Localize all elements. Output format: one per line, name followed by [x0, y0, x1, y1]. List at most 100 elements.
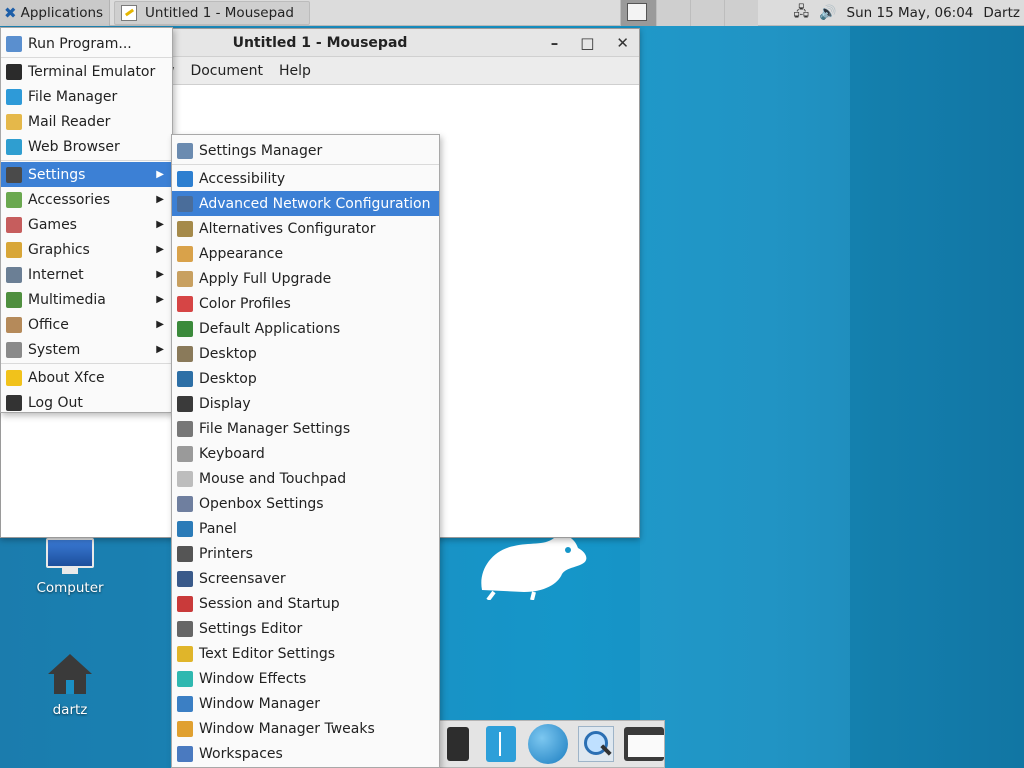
menu-item-appearance[interactable]: Appearance: [172, 241, 439, 266]
workspace-2[interactable]: [656, 0, 690, 26]
menu-item-window-manager-tweaks[interactable]: Window Manager Tweaks: [172, 716, 439, 741]
menu-item-label: Accessibility: [199, 170, 286, 187]
menu-document[interactable]: Document: [190, 63, 263, 79]
menu-item-label: Window Manager: [199, 695, 321, 712]
menu-item-settings[interactable]: Settings ▶: [1, 162, 172, 187]
desktop-icon-home[interactable]: dartz: [25, 652, 115, 718]
desktop-icon-computer[interactable]: Computer: [25, 538, 115, 596]
desktop-icon-label: Computer: [36, 580, 104, 596]
menu-item-color-profiles[interactable]: Color Profiles: [172, 291, 439, 316]
applications-menu-button[interactable]: ✖ Applications: [0, 0, 111, 26]
menu-item-window-manager[interactable]: Window Manager: [172, 691, 439, 716]
menu-item-settings-editor[interactable]: Settings Editor: [172, 616, 439, 641]
workspace-1[interactable]: [620, 0, 656, 26]
workspaces-icon: [177, 745, 193, 762]
menu-item-default-applications[interactable]: Default Applications: [172, 316, 439, 341]
openbox-icon: [177, 495, 193, 512]
dock-web-browser[interactable]: [528, 724, 568, 764]
desktop-icon: [177, 345, 193, 362]
menu-item-workspaces[interactable]: Workspaces: [172, 741, 439, 766]
dock-file-manager[interactable]: [485, 724, 519, 764]
menu-item-label: Multimedia: [28, 291, 106, 308]
menu-item-session-and-startup[interactable]: Session and Startup: [172, 591, 439, 616]
menu-item-text-editor-settings[interactable]: Text Editor Settings: [172, 641, 439, 666]
maximize-icon[interactable]: □: [580, 34, 594, 52]
screensaver-icon: [177, 570, 193, 587]
settings-icon: [6, 166, 22, 183]
desktop-bg-icon: [177, 370, 193, 387]
menu-item-label: File Manager: [28, 88, 118, 105]
menu-item-label: Mail Reader: [28, 113, 111, 130]
menu-item-desktop[interactable]: Desktop: [172, 341, 439, 366]
system-icon: [6, 341, 22, 358]
menu-item-label: Panel: [199, 520, 237, 537]
menu-item-window-effects[interactable]: Window Effects: [172, 666, 439, 691]
submenu-arrow-icon: ▶: [156, 244, 164, 255]
session-icon: [177, 595, 193, 612]
taskbar-item-mousepad[interactable]: Untitled 1 - Mousepad: [114, 0, 311, 25]
menu-item-office[interactable]: Office ▶: [1, 312, 172, 337]
workspace-4[interactable]: [724, 0, 758, 26]
logout-icon: [6, 394, 22, 411]
menu-item-desktop[interactable]: Desktop: [172, 366, 439, 391]
menu-separator: [1, 160, 172, 161]
menu-item-multimedia[interactable]: Multimedia ▶: [1, 287, 172, 312]
menu-item-web-browser[interactable]: Web Browser: [1, 134, 172, 159]
menu-item-graphics[interactable]: Graphics ▶: [1, 237, 172, 262]
menu-item-advanced-network-configuration[interactable]: Advanced Network Configuration: [172, 191, 439, 216]
dock-folder[interactable]: [624, 724, 664, 764]
menu-item-label: Terminal Emulator: [28, 63, 156, 80]
taskbar-item-label: Untitled 1 - Mousepad: [145, 4, 294, 21]
menu-item-file-manager[interactable]: File Manager: [1, 84, 172, 109]
workspace-switcher: [620, 0, 758, 26]
menu-item-label: Screensaver: [199, 570, 286, 587]
menu-item-label: Session and Startup: [199, 595, 340, 612]
menu-item-apply-full-upgrade[interactable]: Apply Full Upgrade: [172, 266, 439, 291]
menu-item-run-program[interactable]: Run Program...: [1, 31, 172, 56]
multimedia-icon: [6, 291, 22, 308]
menu-separator: [172, 164, 439, 165]
fm-settings-icon: [177, 420, 193, 437]
menu-item-label: Workspaces: [199, 745, 283, 762]
menu-item-about-xfce[interactable]: About Xfce: [1, 365, 172, 390]
menu-item-label: Text Editor Settings: [199, 645, 336, 662]
menu-item-system[interactable]: System ▶: [1, 337, 172, 362]
panel-icon: [177, 520, 193, 537]
menu-item-log-out[interactable]: Log Out: [1, 390, 172, 415]
close-icon[interactable]: ✕: [616, 34, 629, 52]
volume-icon[interactable]: 🔊: [819, 5, 836, 21]
menu-item-panel[interactable]: Panel: [172, 516, 439, 541]
workspace-3[interactable]: [690, 0, 724, 26]
menu-item-terminal-emulator[interactable]: Terminal Emulator: [1, 59, 172, 84]
menu-item-mail-reader[interactable]: Mail Reader: [1, 109, 172, 134]
submenu-arrow-icon: ▶: [156, 194, 164, 205]
desktop-background-band: [850, 26, 1024, 768]
menu-item-printers[interactable]: Printers: [172, 541, 439, 566]
dock-terminal[interactable]: [441, 724, 475, 764]
user-name[interactable]: Dartz: [983, 5, 1020, 21]
minimize-icon[interactable]: –: [551, 34, 559, 52]
menu-item-label: Mouse and Touchpad: [199, 470, 347, 487]
menu-item-games[interactable]: Games ▶: [1, 212, 172, 237]
search-icon: [578, 726, 614, 762]
menu-item-display[interactable]: Display: [172, 391, 439, 416]
menu-item-file-manager-settings[interactable]: File Manager Settings: [172, 416, 439, 441]
menu-item-alternatives-configurator[interactable]: Alternatives Configurator: [172, 216, 439, 241]
menu-item-openbox-settings[interactable]: Openbox Settings: [172, 491, 439, 516]
menu-item-accessibility[interactable]: Accessibility: [172, 166, 439, 191]
network-icon[interactable]: 🖧: [793, 1, 809, 25]
menu-item-label: Openbox Settings: [199, 495, 324, 512]
menu-separator: [1, 57, 172, 58]
menu-item-label: Internet: [28, 266, 84, 283]
clock[interactable]: Sun 15 May, 06:04: [847, 5, 974, 21]
window-manager-icon: [177, 695, 193, 712]
menu-item-settings-manager[interactable]: Settings Manager: [172, 138, 439, 163]
menu-item-label: Window Manager Tweaks: [199, 720, 375, 737]
menu-item-screensaver[interactable]: Screensaver: [172, 566, 439, 591]
menu-item-accessories[interactable]: Accessories ▶: [1, 187, 172, 212]
menu-item-internet[interactable]: Internet ▶: [1, 262, 172, 287]
dock-app-finder[interactable]: [578, 724, 614, 764]
menu-help[interactable]: Help: [279, 63, 311, 79]
menu-item-keyboard[interactable]: Keyboard: [172, 441, 439, 466]
menu-item-mouse-and-touchpad[interactable]: Mouse and Touchpad: [172, 466, 439, 491]
